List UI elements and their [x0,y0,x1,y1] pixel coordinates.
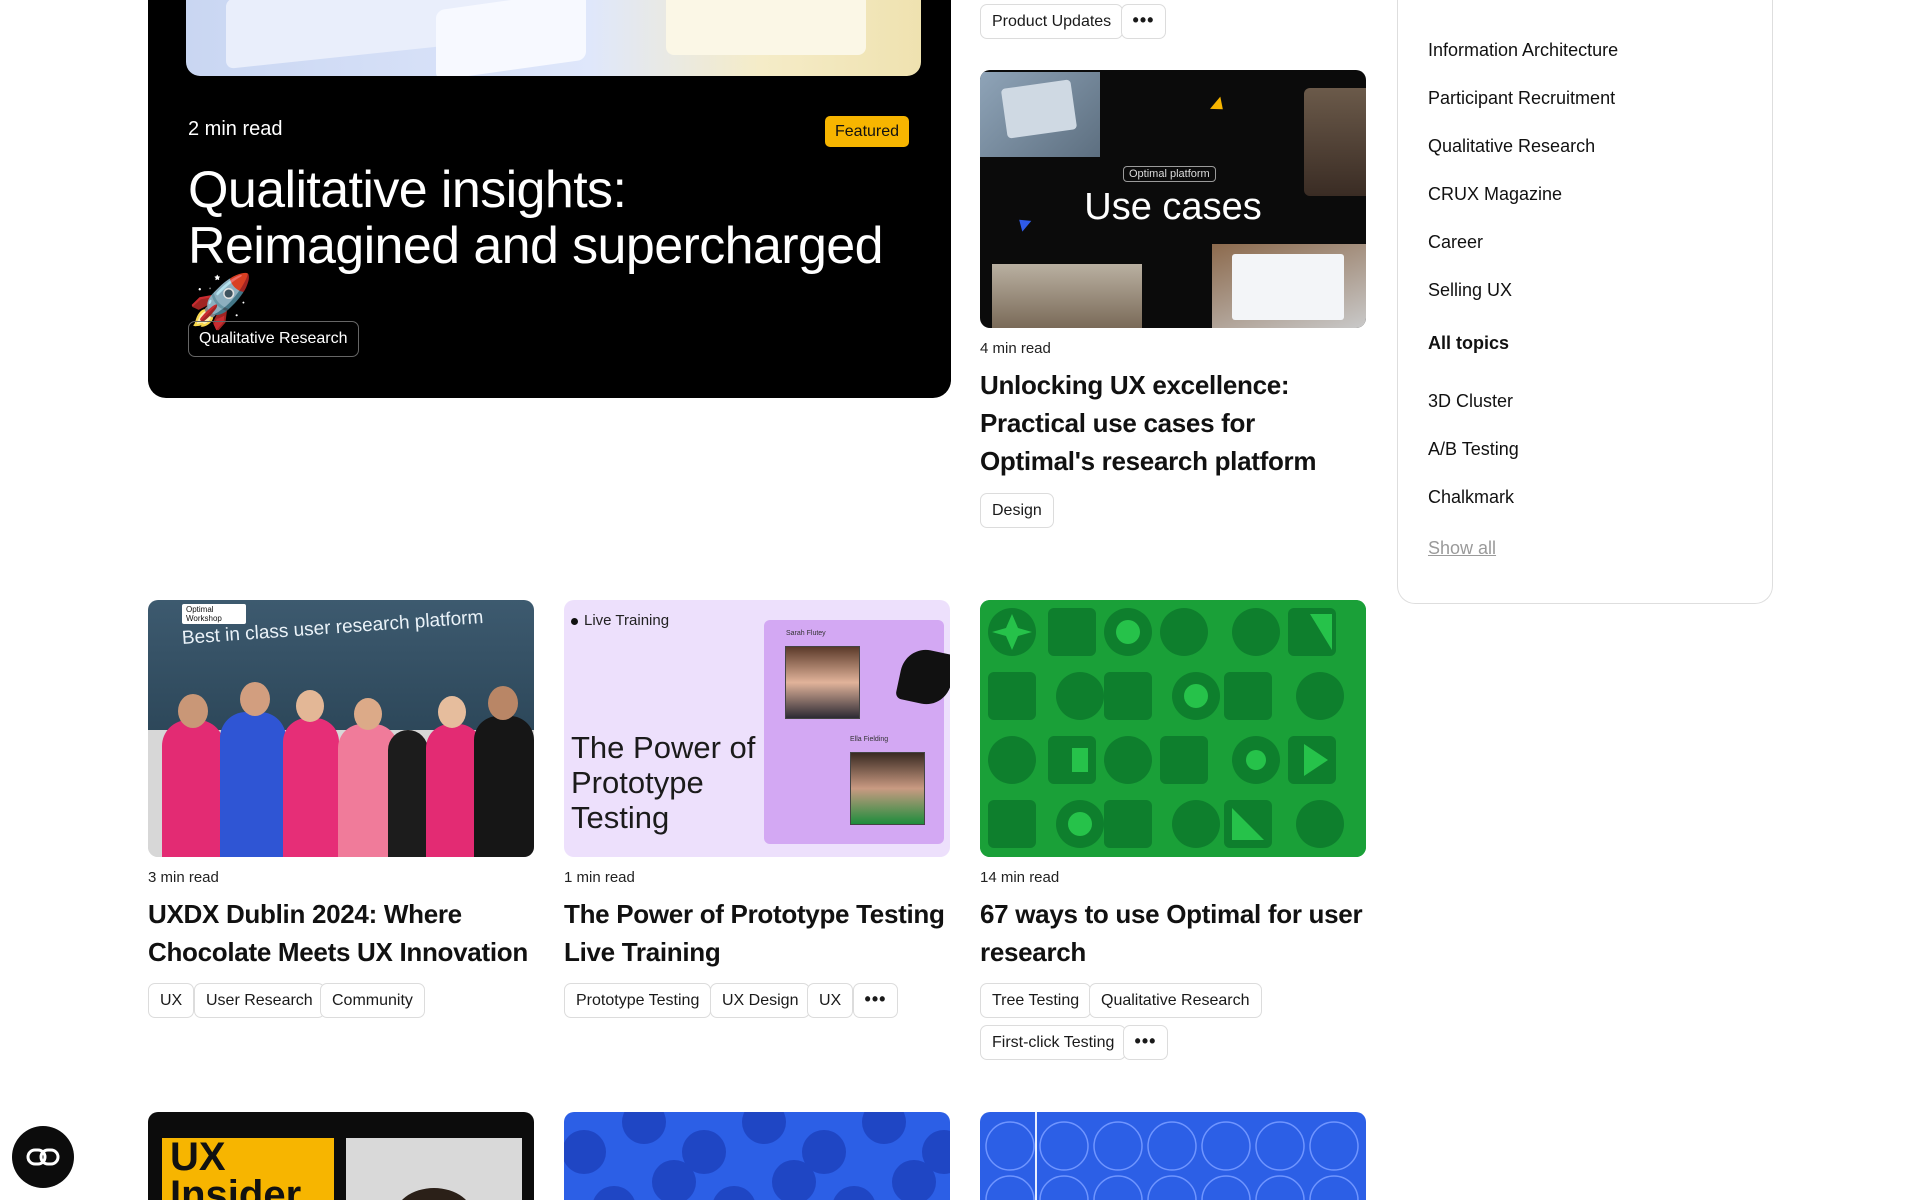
prototype-testing-image[interactable]: Live Training The Power of Prototype Tes… [564,600,950,857]
sidebar-item-selling-ux[interactable]: Selling UX [1428,280,1512,301]
67-ways-image[interactable] [980,600,1366,857]
read-time: 4 min read [980,340,1051,357]
tag-first-click-testing[interactable]: First-click Testing [980,1025,1127,1060]
blue-pattern-image[interactable] [564,1112,950,1200]
read-time: 1 min read [564,869,635,886]
more-tags-button[interactable]: ••• [853,983,898,1018]
image-title: The Power of Prototype Testing [571,730,756,835]
cursor-icon [1210,96,1228,116]
blue-circles-image[interactable] [980,1112,1366,1200]
chat-launcher-button[interactable] [12,1126,74,1188]
featured-article-image [186,0,921,76]
tag-ux[interactable]: UX [807,983,854,1018]
sidebar-item-participant-recruitment[interactable]: Participant Recruitment [1428,88,1615,109]
pattern-graphic [980,600,1366,857]
more-tags-button[interactable]: ••• [1121,4,1166,39]
sidebar-item-information-architecture[interactable]: Information Architecture [1428,40,1618,61]
tag-community[interactable]: Community [320,983,425,1018]
tag-qualitative-research[interactable]: Qualitative Research [188,321,359,357]
sidebar-item-qualitative-research[interactable]: Qualitative Research [1428,136,1595,157]
tag-tree-testing[interactable]: Tree Testing [980,983,1092,1018]
ux-insider-image[interactable]: UX Insider [148,1112,534,1200]
topic-chalkmark[interactable]: Chalkmark [1428,487,1514,508]
topics-sidebar: Information Architecture Participant Rec… [1397,0,1773,604]
pattern-graphic [985,1112,1359,1200]
all-topics-heading: All topics [1428,333,1510,353]
tag-qualitative-research[interactable]: Qualitative Research [1089,983,1262,1018]
read-time: 2 min read [188,118,283,140]
featured-article-title[interactable]: Qualitative insights: Reimagined and sup… [188,162,908,330]
tag-prototype-testing[interactable]: Prototype Testing [564,983,712,1018]
article-title[interactable]: The Power of Prototype Testing Live Trai… [564,895,954,971]
article-title[interactable]: 67 ways to use Optimal for user research [980,895,1370,971]
read-time: 3 min read [148,869,219,886]
topic-3d-cluster[interactable]: 3D Cluster [1428,391,1513,412]
uxdx-dublin-image[interactable]: Optimal Workshop Best in class user rese… [148,600,534,857]
article-title[interactable]: UXDX Dublin 2024: Where Chocolate Meets … [148,895,538,971]
tag-ux[interactable]: UX [148,983,195,1018]
image-logo-badge: Optimal Workshop [182,604,246,624]
image-title: Use cases [1084,186,1262,228]
featured-badge: Featured [825,116,910,147]
tag-user-research[interactable]: User Research [194,983,325,1018]
tag-ux-design[interactable]: UX Design [710,983,811,1018]
image-title: UX Insider [170,1135,302,1200]
topic-ab-testing[interactable]: A/B Testing [1428,439,1519,460]
sidebar-item-career[interactable]: Career [1428,232,1483,253]
link-icon [26,1148,60,1166]
use-cases-image[interactable]: Optimal platform Use cases [980,70,1366,328]
tag-design[interactable]: Design [980,493,1054,528]
image-label: Optimal platform [1123,166,1216,182]
pattern-graphic [564,1112,950,1200]
live-training-label: Live Training [584,612,670,629]
show-all-link[interactable]: Show all [1428,538,1496,559]
more-tags-button[interactable]: ••• [1123,1025,1168,1060]
read-time: 14 min read [980,869,1060,886]
tag-product-updates[interactable]: Product Updates [980,4,1124,39]
sidebar-item-crux-magazine[interactable]: CRUX Magazine [1428,184,1562,205]
article-title[interactable]: Unlocking UX excellence: Practical use c… [980,366,1370,480]
featured-article-card[interactable]: 2 min read Featured Qualitative insights… [148,0,951,398]
